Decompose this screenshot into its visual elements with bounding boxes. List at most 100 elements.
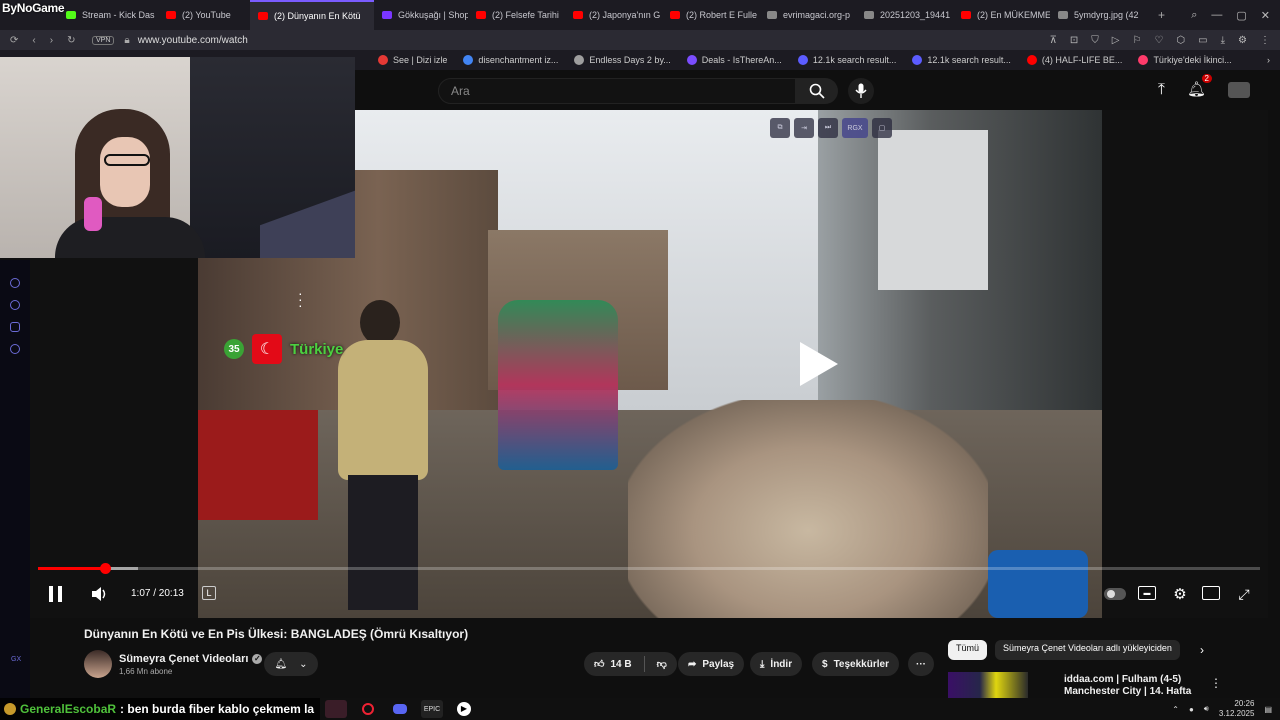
- channel-name-row[interactable]: Sümeyra Çenet Videoları ✓: [119, 653, 263, 665]
- tab-1[interactable]: (2) YouTube: [158, 0, 250, 30]
- subscribed-bell-button[interactable]: 🔔︎ ⌄: [264, 652, 318, 676]
- chat-badge-icon: [4, 703, 16, 715]
- search-input[interactable]: Ara: [438, 78, 796, 104]
- tab-10[interactable]: 5ymdyrg.jpg (42: [1050, 0, 1150, 30]
- bookmark-7[interactable]: Türkiye'deki İkinci...: [1130, 55, 1239, 65]
- like-button[interactable]: 👍︎ 14 B: [594, 658, 632, 671]
- forward-icon[interactable]: ›: [50, 35, 53, 46]
- bookmark-1[interactable]: disenchantment iz...: [455, 55, 566, 65]
- bookmark-6[interactable]: (4) HALF-LIFE BE...: [1019, 55, 1131, 65]
- voice-search-button[interactable]: [848, 78, 874, 104]
- miniplayer-icon[interactable]: [1202, 586, 1220, 600]
- tab-4[interactable]: (2) Felsefe Tarihi: [468, 0, 565, 30]
- fullscreen-icon[interactable]: ⤢: [1234, 584, 1254, 604]
- volume-button[interactable]: [90, 584, 110, 604]
- dislike-button[interactable]: 👎︎: [657, 658, 667, 670]
- settings-icon[interactable]: ⚙: [1238, 35, 1247, 46]
- channel-avatar[interactable]: [84, 650, 112, 678]
- url-field[interactable]: www.youtube.com/watch: [138, 35, 248, 46]
- shield-icon[interactable]: ⛉: [1091, 35, 1099, 46]
- bookmark-2[interactable]: Endless Days 2 by...: [566, 55, 678, 65]
- notifications-button[interactable]: 🔔︎ 2: [1186, 74, 1212, 99]
- more-vertical-icon[interactable]: ⋮: [1210, 676, 1222, 690]
- taskbar-app-opera-icon[interactable]: [357, 700, 379, 718]
- autoplay-toggle[interactable]: [1104, 588, 1126, 600]
- ptc-0[interactable]: ⧉: [770, 118, 790, 138]
- bookmark-3[interactable]: Deals - IsThereAn...: [679, 55, 790, 65]
- search-tabs-icon[interactable]: ⌕: [1191, 9, 1197, 22]
- vpn-badge[interactable]: VPN: [92, 35, 115, 45]
- tab-2[interactable]: (2) Dünyanın En Kötü: [250, 0, 374, 30]
- menu-icon[interactable]: ⋮: [1260, 35, 1270, 46]
- chip-uploader[interactable]: Sümeyra Çenet Videoları adlı yükleyicide…: [995, 640, 1180, 660]
- recommended-video[interactable]: iddaa.com | Fulham (4-5) Manchester City…: [948, 672, 1248, 698]
- thanks-button[interactable]: $ Teşekkürler: [812, 652, 899, 676]
- upload-icon[interactable]: ⤒: [1158, 81, 1165, 99]
- player-icon[interactable]: ▷: [1112, 35, 1120, 46]
- ptc-1[interactable]: ⇥: [794, 118, 814, 138]
- tab-3[interactable]: Gökkuşağı | Shop: [374, 0, 468, 30]
- clock[interactable]: 20:26 3.12.2025: [1219, 699, 1255, 719]
- ptc-3[interactable]: RGX: [842, 118, 868, 138]
- share-icon: ➦: [688, 658, 697, 670]
- pause-button[interactable]: [46, 582, 66, 606]
- tab-0[interactable]: Stream - Kick Das: [58, 0, 158, 30]
- tray-chevron-icon[interactable]: ⌃: [1172, 705, 1179, 714]
- close-window-icon[interactable]: ✕: [1261, 9, 1270, 22]
- like-count: 14 B: [610, 658, 632, 670]
- ptc-4[interactable]: ▢: [872, 118, 892, 138]
- account-avatar[interactable]: [1228, 81, 1250, 98]
- clock-icon[interactable]: [10, 300, 20, 310]
- country-label: Türkiye: [290, 340, 344, 358]
- bookmarks-more-button[interactable]: ›: [1267, 55, 1280, 65]
- taskbar-app-player-icon[interactable]: ▶: [453, 700, 475, 718]
- tab-6[interactable]: (2) Robert E Fulle: [662, 0, 759, 30]
- gear-icon[interactable]: [10, 344, 20, 354]
- sync-icon[interactable]: ⟳: [10, 35, 18, 46]
- progress-bar[interactable]: [38, 563, 1260, 574]
- search-button[interactable]: [796, 78, 838, 104]
- minimize-icon[interactable]: —: [1211, 9, 1222, 22]
- taskbar-app-1[interactable]: [325, 700, 347, 718]
- tab-7[interactable]: evrimagaci.org-p: [759, 0, 856, 30]
- bell-icon: 🔔︎: [1186, 81, 1206, 98]
- bookmark-0[interactable]: See | Dizi izle: [370, 55, 455, 65]
- ptc-2[interactable]: ⏭: [818, 118, 838, 138]
- tab-8[interactable]: 20251203_19441: [856, 0, 953, 30]
- maximize-icon[interactable]: ▢: [1236, 9, 1246, 22]
- heart-icon[interactable]: ♡: [1154, 35, 1163, 46]
- more-actions-button[interactable]: ···: [908, 652, 934, 676]
- chevron-right-icon[interactable]: ›: [1200, 643, 1204, 657]
- notification-center-icon[interactable]: ▤: [1264, 705, 1272, 714]
- bookmark-4[interactable]: 12.1k search result...: [790, 55, 905, 65]
- screenshot-icon[interactable]: ⊡: [1070, 35, 1078, 46]
- tab-5[interactable]: (2) Japonya'nın G: [565, 0, 662, 30]
- wallet-icon[interactable]: ▭: [1198, 35, 1207, 46]
- download-icon[interactable]: ⤓: [1221, 35, 1225, 46]
- new-tab-button[interactable]: +: [1150, 0, 1173, 30]
- share-button[interactable]: ➦ Paylaş: [678, 652, 745, 676]
- play-icon[interactable]: [796, 338, 842, 390]
- download-button[interactable]: ⤓ İndir: [750, 652, 803, 676]
- recommended-title[interactable]: iddaa.com | Fulham (4-5) Manchester City…: [1064, 674, 1194, 698]
- cube-icon[interactable]: [10, 322, 20, 332]
- bookmark-icon[interactable]: ⚐: [1132, 35, 1141, 46]
- taskbar-app-discord-icon[interactable]: [389, 700, 411, 718]
- extensions-icon[interactable]: ⬡: [1176, 35, 1185, 46]
- settings-gear-icon[interactable]: ⚙: [1170, 584, 1190, 604]
- tab-9[interactable]: (2) En MÜKEMME: [953, 0, 1050, 30]
- extension-side-rail: GX: [0, 260, 30, 700]
- chip-all[interactable]: Tümü: [948, 640, 988, 660]
- tray-speaker-icon[interactable]: 🔊︎: [1204, 704, 1209, 714]
- subtitles-icon[interactable]: ▬: [1138, 586, 1156, 600]
- tray-mic-icon[interactable]: ●: [1189, 705, 1194, 714]
- bookmark-5[interactable]: 12.1k search result...: [904, 55, 1019, 65]
- circle-icon[interactable]: [10, 278, 20, 288]
- back-icon[interactable]: ‹: [32, 35, 35, 46]
- pin-icon[interactable]: ⊼: [1050, 35, 1057, 46]
- recommended-thumbnail[interactable]: [948, 672, 1028, 698]
- reload-icon[interactable]: ↻: [67, 35, 75, 46]
- channel-name[interactable]: Sümeyra Çenet Videoları: [119, 653, 248, 665]
- taskbar-app-epic-icon[interactable]: EPIC: [421, 700, 443, 718]
- scrubber-handle[interactable]: [100, 563, 112, 574]
